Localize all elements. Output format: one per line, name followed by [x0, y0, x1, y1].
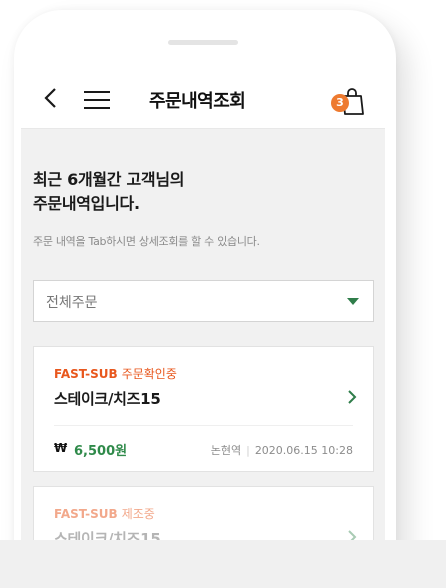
order-filter-select[interactable]: 전체주문 [33, 280, 374, 322]
bottom-fade [0, 540, 446, 588]
order-history-heading: 최근 6개월간 고객님의 주문내역입니다. [33, 168, 184, 216]
order-store: 논현역 [210, 444, 242, 457]
top-navigation-bar: 주문내역조회 3 [21, 68, 385, 129]
order-card[interactable]: FAST-SUB 주문확인중 스테이크/치즈15 ₩ 6,500원 논현역 | 202… [33, 346, 374, 472]
cart-button[interactable]: 3 [331, 84, 367, 118]
page-title: 주문내역조회 [149, 91, 246, 112]
order-brand-line: FAST-SUB 제조중 [54, 505, 155, 522]
store-brand: FAST-SUB [54, 367, 118, 381]
won-currency-icon: ₩ [54, 441, 68, 455]
store-brand: FAST-SUB [54, 507, 118, 521]
heading-line-2: 주문내역입니다. [33, 194, 140, 213]
app-screen: 주문내역조회 3 최근 6개월간 고객님의 주문내역입니다. 주문 내역을 Ta… [21, 68, 385, 588]
selected-filter-value: 전체주문 [46, 295, 98, 311]
order-status: 제조중 [121, 507, 155, 521]
order-status: 주문확인중 [121, 367, 177, 381]
hamburger-menu-button[interactable] [84, 91, 112, 110]
hamburger-line [84, 91, 110, 94]
chevron-right-icon [348, 390, 357, 404]
heading-line-1: 최근 6개월간 고객님의 [33, 170, 185, 189]
card-divider [54, 425, 353, 426]
chevron-left-icon [44, 88, 56, 108]
hamburger-line [84, 107, 110, 110]
cart-count-badge: 3 [331, 94, 349, 112]
order-meta: 논현역 | 2020.06.15 10:28 [211, 442, 353, 458]
order-menu-name: 스테이크/치즈15 [54, 390, 161, 408]
stage: 주문내역조회 3 최근 6개월간 고객님의 주문내역입니다. 주문 내역을 Ta… [0, 0, 446, 588]
order-datetime: 2020.06.15 10:28 [254, 444, 353, 457]
back-button[interactable] [41, 86, 63, 110]
help-text: 주문 내역을 Tab하시면 상세조회를 할 수 있습니다. [33, 235, 260, 248]
order-brand-line: FAST-SUB 주문확인중 [54, 365, 177, 382]
order-price: 6,500원 [74, 444, 128, 459]
order-detail-arrow[interactable] [347, 389, 357, 404]
hamburger-line [84, 99, 110, 102]
meta-separator: | [246, 444, 250, 457]
phone-speaker [168, 40, 238, 45]
dropdown-triangle-icon [347, 298, 359, 305]
